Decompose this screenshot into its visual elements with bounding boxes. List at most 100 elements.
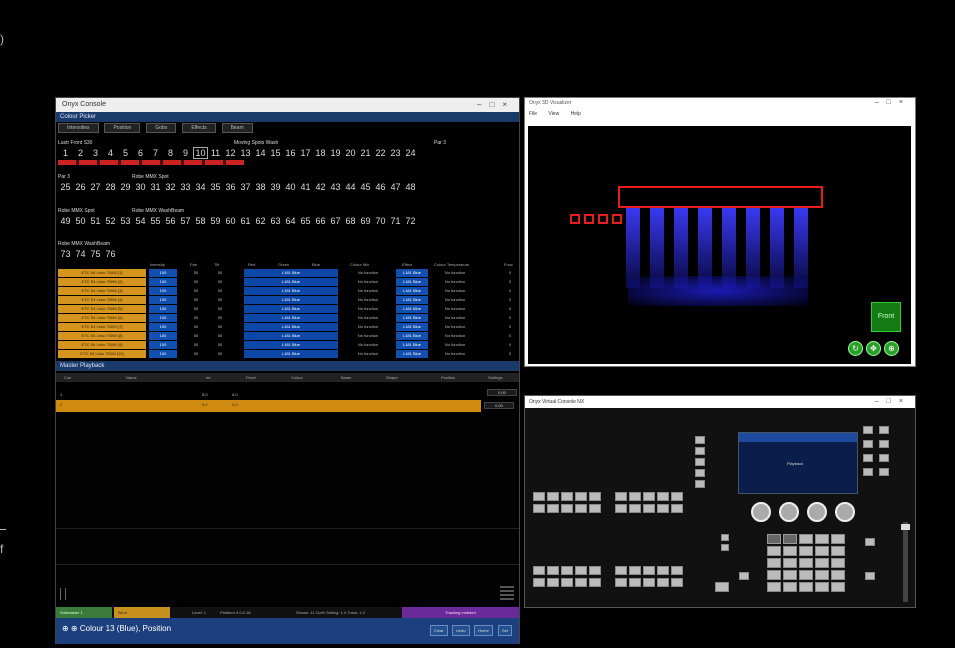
tab-intensities[interactable]: Intensities (58, 123, 99, 133)
fixture-number[interactable]: 6 (133, 148, 148, 158)
playback-button[interactable] (615, 578, 627, 587)
fixture-number[interactable]: 42 (313, 182, 328, 192)
fixture-number[interactable]: 73 (58, 249, 73, 259)
fixture-number[interactable]: 29 (118, 182, 133, 192)
fixture-number[interactable]: 23 (388, 148, 403, 158)
tab-beam[interactable]: Beam (221, 123, 253, 133)
sheet-row[interactable]: ETC S4 Leko 750W [9] 100 50 50 L181 Blue No f… (58, 341, 518, 349)
fixture-number[interactable]: 25 (58, 182, 73, 192)
function-key[interactable] (879, 426, 889, 434)
playback-button[interactable] (615, 492, 627, 501)
playback-button[interactable] (657, 566, 669, 575)
fixture-number[interactable]: 7 (148, 148, 163, 158)
fixture-number[interactable]: 74 (73, 249, 88, 259)
fixture-number[interactable]: 20 (343, 148, 358, 158)
sheet-row[interactable]: ETC S4 Leko 750W [3] 100 50 50 L181 Blue No f… (58, 287, 518, 295)
keypad-key[interactable] (815, 546, 829, 556)
scroll-handle[interactable] (60, 588, 66, 600)
fixture-number[interactable]: 15 (268, 148, 283, 158)
playback-button[interactable] (547, 578, 559, 587)
keypad-key[interactable] (831, 558, 845, 568)
keypad-key[interactable] (783, 582, 797, 592)
fixture-number[interactable]: 31 (148, 182, 163, 192)
keypad-key[interactable] (783, 570, 797, 580)
fixture-number[interactable]: 67 (328, 216, 343, 226)
fixture-number[interactable]: 18 (313, 148, 328, 158)
window-controls[interactable]: –□× (875, 396, 911, 408)
playback-button[interactable] (533, 578, 545, 587)
fixture-number[interactable]: 11 (208, 148, 223, 158)
fixture-number[interactable]: 16 (283, 148, 298, 158)
keypad-key[interactable] (799, 582, 813, 592)
fixture-number[interactable]: 66 (313, 216, 328, 226)
fixture-number[interactable]: 37 (238, 182, 253, 192)
fixture-number[interactable]: 45 (358, 182, 373, 192)
playback-button[interactable] (547, 492, 559, 501)
function-key[interactable] (863, 468, 873, 476)
playback-button[interactable] (615, 504, 627, 513)
playback-button[interactable] (671, 566, 683, 575)
playback-button[interactable] (561, 492, 573, 501)
fixture-number[interactable]: 33 (178, 182, 193, 192)
home-button[interactable]: Home (474, 625, 493, 636)
playback-button[interactable] (643, 504, 655, 513)
fixture-number[interactable]: 72 (403, 216, 418, 226)
fixture-number[interactable]: 1 (58, 148, 73, 158)
keypad-key[interactable] (831, 570, 845, 580)
3d-scene[interactable]: Front ↻ ✥ ⊕ (528, 126, 911, 364)
fixture-number[interactable]: 60 (223, 216, 238, 226)
keypad-key[interactable] (799, 558, 813, 568)
fixture-number[interactable]: 22 (373, 148, 388, 158)
function-key[interactable] (863, 440, 873, 448)
playback-button[interactable] (629, 578, 641, 587)
set-button[interactable]: Set (498, 625, 513, 636)
fixture-number[interactable]: 65 (298, 216, 313, 226)
fixture-number[interactable]: 51 (88, 216, 103, 226)
playback-button[interactable] (561, 578, 573, 587)
function-key[interactable] (695, 447, 705, 455)
cue-row-active[interactable]: 2 5.0 0.0 (56, 400, 481, 412)
keypad-key[interactable] (767, 582, 781, 592)
fixture-number[interactable]: 24 (403, 148, 418, 158)
fixture-number[interactable]: 47 (388, 182, 403, 192)
fixture-number[interactable]: 38 (253, 182, 268, 192)
zoom-icon[interactable]: ⊕ (884, 341, 899, 356)
keypad-key[interactable] (831, 582, 845, 592)
fixture-number[interactable]: 64 (283, 216, 298, 226)
fixture-number[interactable]: 41 (298, 182, 313, 192)
function-key[interactable] (695, 480, 705, 488)
window-controls[interactable]: –□× (875, 98, 911, 108)
fixture-number[interactable]: 14 (253, 148, 268, 158)
fixture-number[interactable]: 43 (328, 182, 343, 192)
orbit-icon[interactable]: ↻ (848, 341, 863, 356)
fixture-number[interactable]: 27 (88, 182, 103, 192)
function-key[interactable] (721, 534, 729, 541)
sheet-row[interactable]: ETC S4 Leko 750W [6] 100 50 50 L181 Blue No f… (58, 314, 518, 322)
grid-icon[interactable] (500, 584, 514, 600)
fixture-number[interactable]: 53 (118, 216, 133, 226)
keypad-key[interactable] (767, 558, 781, 568)
playback-button[interactable] (671, 578, 683, 587)
keypad-key[interactable] (815, 570, 829, 580)
playback-button[interactable] (533, 566, 545, 575)
fixture-number[interactable]: 34 (193, 182, 208, 192)
undo-button[interactable]: Undo (452, 625, 470, 636)
keypad-key[interactable] (815, 534, 829, 544)
function-key[interactable] (865, 538, 875, 546)
playback-button[interactable] (629, 492, 641, 501)
status-tracking[interactable]: Tracking enabled (402, 607, 519, 618)
fixture-number[interactable]: 26 (73, 182, 88, 192)
keypad-key[interactable] (815, 582, 829, 592)
sheet-row[interactable]: ETC S4 Leko 750W [4] 100 50 50 L181 Blue No f… (58, 296, 518, 304)
function-key[interactable] (695, 469, 705, 477)
keypad-key[interactable] (831, 546, 845, 556)
encoder-knob[interactable] (835, 502, 855, 522)
menu-help[interactable]: Help (571, 111, 581, 117)
fixture-number[interactable]: 21 (358, 148, 373, 158)
menu-file[interactable]: File (529, 111, 537, 117)
keypad-key[interactable] (767, 546, 781, 556)
function-key[interactable] (879, 468, 889, 476)
fixture-number[interactable]: 8 (163, 148, 178, 158)
keypad-key[interactable] (815, 558, 829, 568)
playback-button[interactable] (575, 578, 587, 587)
